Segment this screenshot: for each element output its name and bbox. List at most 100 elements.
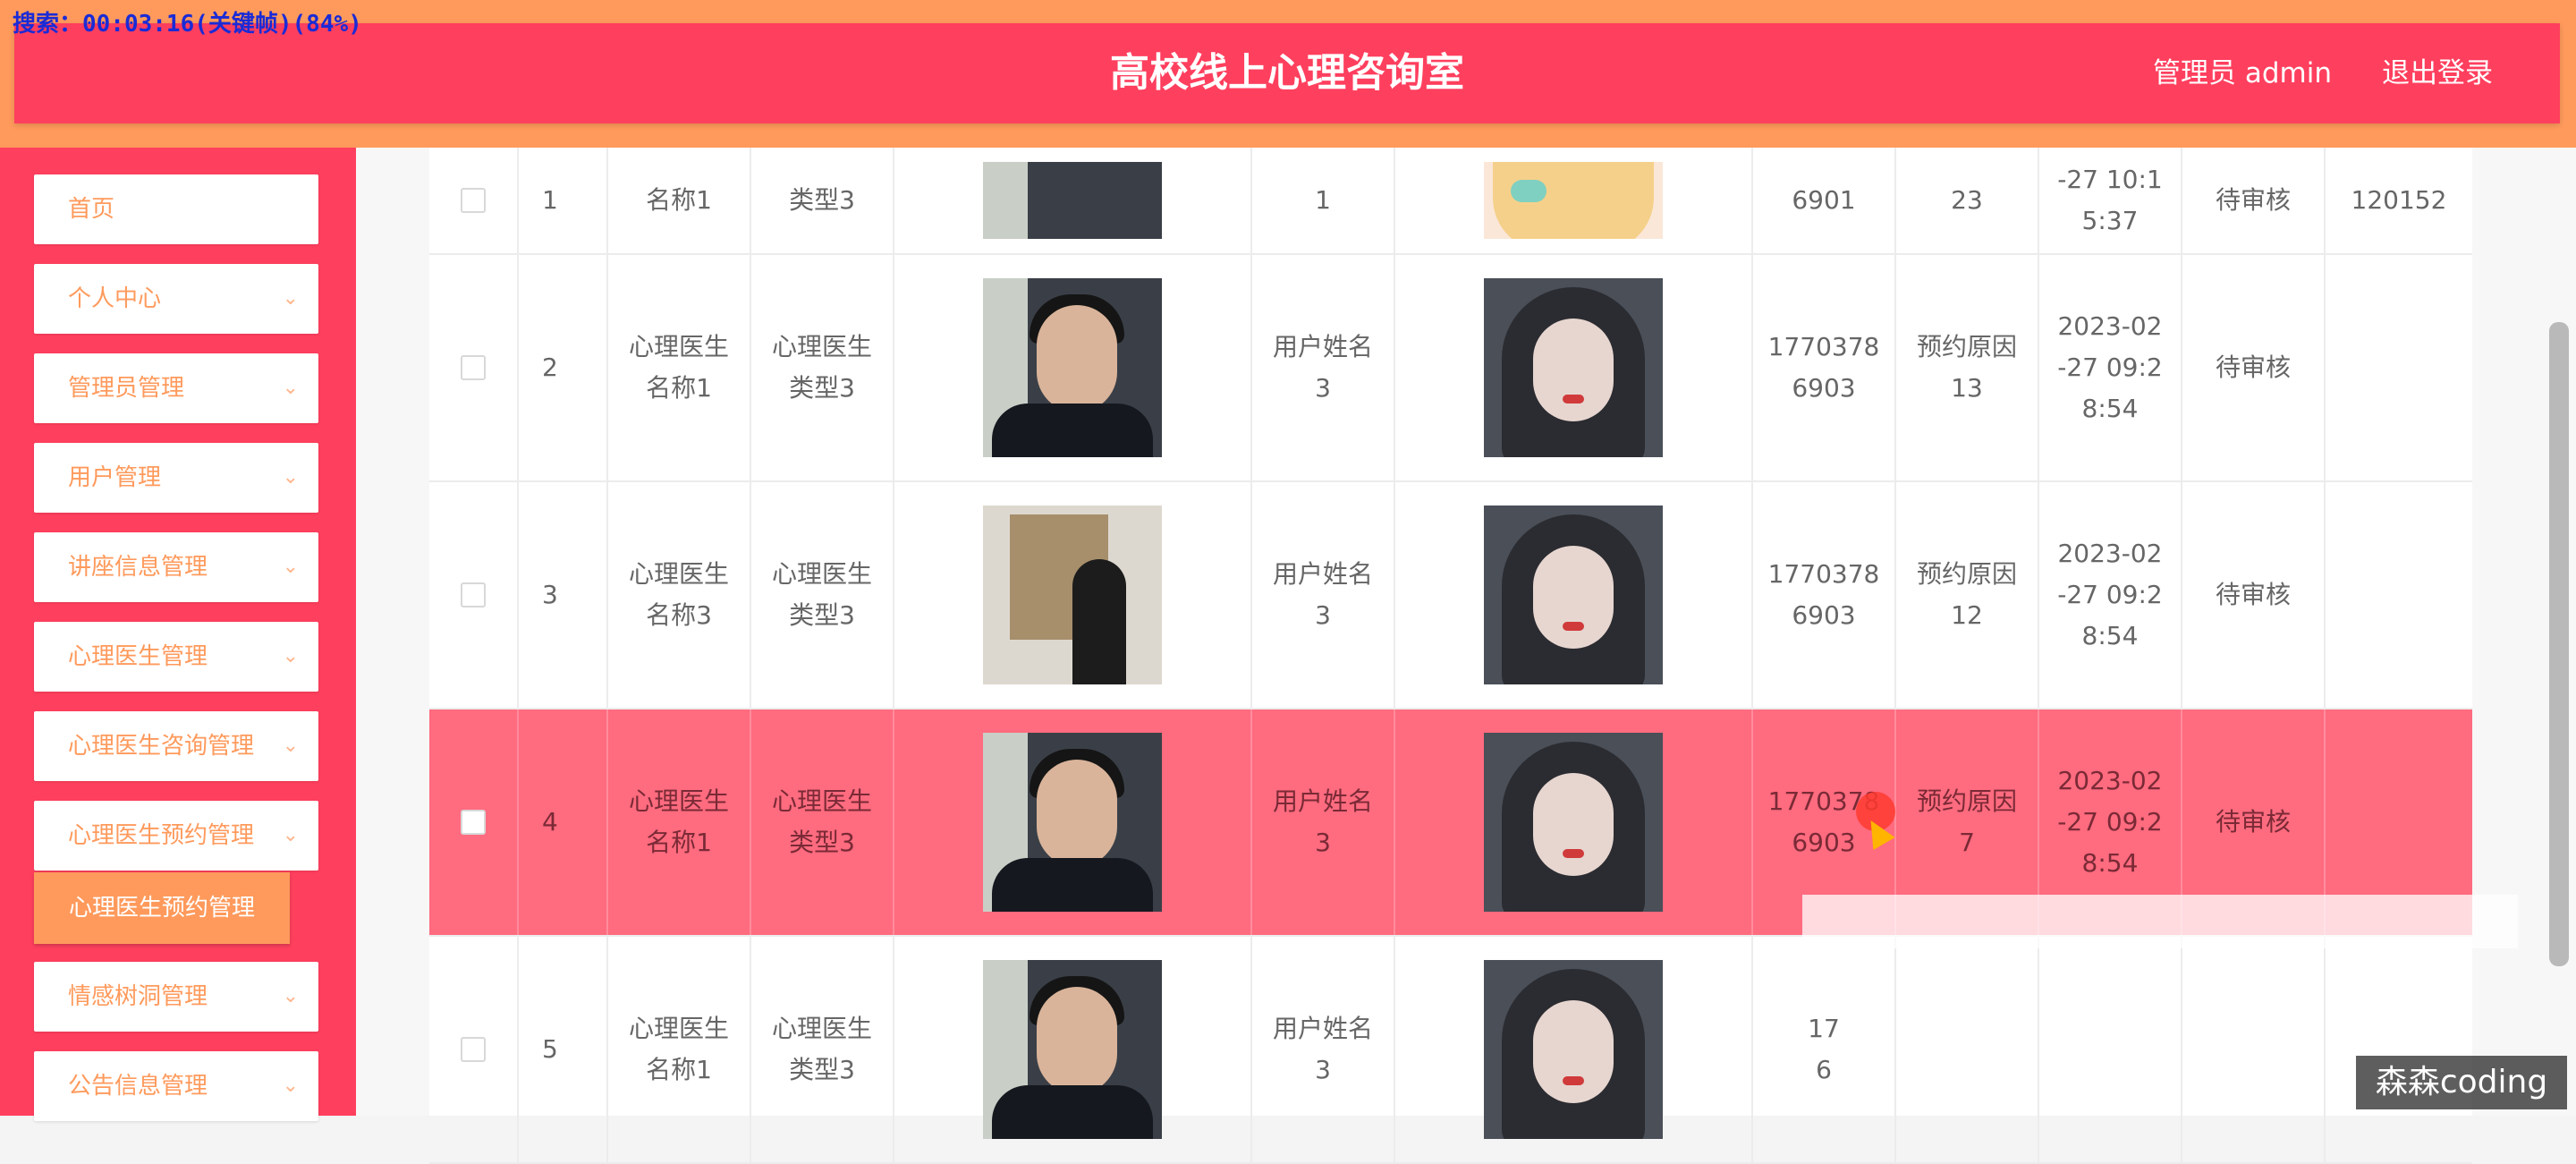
doctor-type-cell: 心理医生 类型3 (751, 709, 894, 935)
doctor-name-cell: 心理医生 名称1 (608, 709, 751, 935)
chevron-down-icon: ⌄ (282, 1075, 299, 1097)
row-checkbox-cell (429, 148, 519, 253)
sidebar-item-label: 心理医生管理 (68, 643, 208, 670)
row-checkbox[interactable] (461, 355, 486, 380)
user-name-cell: 1 (1252, 148, 1395, 253)
user-photo-cell (1395, 709, 1753, 935)
doctor-name-cell: 名称1 (608, 148, 751, 253)
admin-user-label: 管理员 admin (2153, 57, 2332, 89)
extra-cell (2326, 937, 2472, 1162)
user-name-cell: 用户姓名 3 (1252, 709, 1395, 935)
sidebar-subitem-appointment[interactable]: 心理医生预约管理 (34, 872, 290, 944)
doctor-type-cell: 心理医生 类型3 (751, 937, 894, 1162)
row-checkbox[interactable] (461, 1037, 486, 1062)
row-checkbox[interactable] (461, 810, 486, 835)
status-cell: 待审核 (2182, 482, 2326, 708)
reason-cell: 预约原因 12 (1896, 482, 2039, 708)
sidebar-item-treehole[interactable]: 情感树洞管理 ⌄ (34, 962, 318, 1032)
reason-cell (1896, 937, 2039, 1162)
extra-cell: 120152 (2351, 185, 2447, 215)
sidebar-item-label: 公告信息管理 (68, 1073, 208, 1100)
row-number: 3 (519, 482, 608, 708)
phone-cell: 17 6 (1753, 937, 1896, 1162)
user-photo (1484, 162, 1663, 239)
chevron-down-icon: ⌄ (282, 824, 299, 846)
row-checkbox-cell (429, 709, 519, 935)
vertical-scrollbar[interactable] (2549, 322, 2569, 966)
time-cell: 2023-02 -27 09:2 8:54 (2039, 482, 2182, 708)
row-number: 5 (519, 937, 608, 1162)
extra-cell (2326, 482, 2472, 708)
sidebar-item-label: 情感树洞管理 (68, 983, 208, 1010)
table-row[interactable]: 3 心理医生 名称3 心理医生 类型3 用户姓名 3 1770378 6903 … (429, 482, 2472, 709)
table-row[interactable]: 1 名称1 类型3 1 6901 23 -27 10:1 5:37 待审核 12… (429, 148, 2472, 255)
user-photo (1484, 733, 1663, 912)
watermark: 森森coding (2356, 1056, 2567, 1109)
sidebar-item-home[interactable]: 首页 (34, 174, 318, 244)
user-photo (1484, 278, 1663, 457)
user-name-cell: 用户姓名 3 (1252, 937, 1395, 1162)
user-photo-cell (1395, 148, 1753, 253)
sidebar-item-label: 首页 (68, 196, 115, 223)
row-number: 2 (519, 255, 608, 480)
status-cell (2182, 937, 2326, 1162)
sidebar-item-label: 用户管理 (68, 464, 162, 491)
appointment-table: 1 名称1 类型3 1 6901 23 -27 10:1 5:37 待审核 12… (429, 148, 2472, 1164)
chevron-down-icon: ⌄ (282, 466, 299, 489)
sidebar-item-admin[interactable]: 管理员管理 ⌄ (34, 353, 318, 423)
chevron-down-icon: ⌄ (282, 985, 299, 1007)
time-cell (2039, 937, 2182, 1162)
doctor-type-cell: 心理医生 类型3 (751, 482, 894, 708)
row-number: 1 (519, 148, 608, 253)
sidebar-item-lectures[interactable]: 讲座信息管理 ⌄ (34, 532, 318, 602)
sidebar-item-users[interactable]: 用户管理 ⌄ (34, 443, 318, 513)
reason-cell: 预约原因 13 (1896, 255, 2039, 480)
sidebar-item-label: 个人中心 (68, 285, 162, 312)
phone-cell: 1770378 6903 (1753, 482, 1896, 708)
chevron-down-icon: ⌄ (282, 556, 299, 578)
sidebar-item-label: 心理医生预约管理 (68, 822, 255, 849)
sidebar-item-label: 管理员管理 (68, 375, 185, 402)
doctor-photo (983, 278, 1162, 457)
status-cell: 待审核 (2182, 255, 2326, 480)
sidebar-item-consult[interactable]: 心理医生咨询管理 ⌄ (34, 711, 318, 781)
sidebar-item-profile[interactable]: 个人中心 ⌄ (34, 264, 318, 334)
reason-cell: 23 (1896, 148, 2039, 253)
chevron-down-icon: ⌄ (282, 287, 299, 310)
row-checkbox-cell (429, 482, 519, 708)
doctor-photo (983, 960, 1162, 1139)
table-row[interactable]: 5 心理医生 名称1 心理医生 类型3 用户姓名 3 17 6 (429, 937, 2472, 1164)
user-photo-cell (1395, 937, 1753, 1162)
sidebar-item-notices[interactable]: 公告信息管理 ⌄ (34, 1051, 318, 1121)
doctor-photo-cell (894, 482, 1252, 708)
main-content: 1 名称1 类型3 1 6901 23 -27 10:1 5:37 待审核 12… (356, 148, 2576, 1164)
time-cell: 2023-02 -27 09:2 8:54 (2039, 255, 2182, 480)
sidebar: 首页 个人中心 ⌄ 管理员管理 ⌄ 用户管理 ⌄ 讲座信息管理 ⌄ 心理医生管理 ⌄ 心理… (0, 148, 356, 1121)
user-photo-cell (1395, 255, 1753, 480)
sidebar-item-doctors[interactable]: 心理医生管理 ⌄ (34, 622, 318, 692)
doctor-photo-cell (894, 937, 1252, 1162)
chevron-down-icon: ⌄ (282, 735, 299, 757)
chevron-down-icon: ⌄ (282, 377, 299, 399)
logout-button[interactable]: 退出登录 (2382, 23, 2493, 123)
user-name-cell: 用户姓名 3 (1252, 482, 1395, 708)
sidebar-item-label: 讲座信息管理 (68, 554, 208, 581)
user-photo (1484, 506, 1663, 684)
blur-overlay (1802, 895, 2518, 948)
doctor-photo (983, 733, 1162, 912)
sidebar-item-appointment[interactable]: 心理医生预约管理 ⌄ (34, 801, 318, 871)
phone-cell: 1770378 6903 (1753, 255, 1896, 480)
doctor-name-cell: 心理医生 名称1 (608, 937, 751, 1162)
user-photo-cell (1395, 482, 1753, 708)
row-checkbox[interactable] (461, 188, 486, 213)
search-overlay: 搜索：00:03:16(关键帧)(84%) (13, 11, 362, 38)
row-checkbox[interactable] (461, 582, 486, 607)
status-cell: 待审核 (2182, 148, 2326, 253)
sidebar-item-label: 心理医生咨询管理 (68, 733, 255, 760)
doctor-photo (983, 162, 1162, 239)
table-row[interactable]: 2 心理医生 名称1 心理医生 类型3 用户姓名 3 1770378 6903 … (429, 255, 2472, 482)
doctor-photo (983, 506, 1162, 684)
doctor-name-cell: 心理医生 名称3 (608, 482, 751, 708)
extra-cell (2326, 255, 2472, 480)
chevron-down-icon: ⌄ (282, 645, 299, 667)
